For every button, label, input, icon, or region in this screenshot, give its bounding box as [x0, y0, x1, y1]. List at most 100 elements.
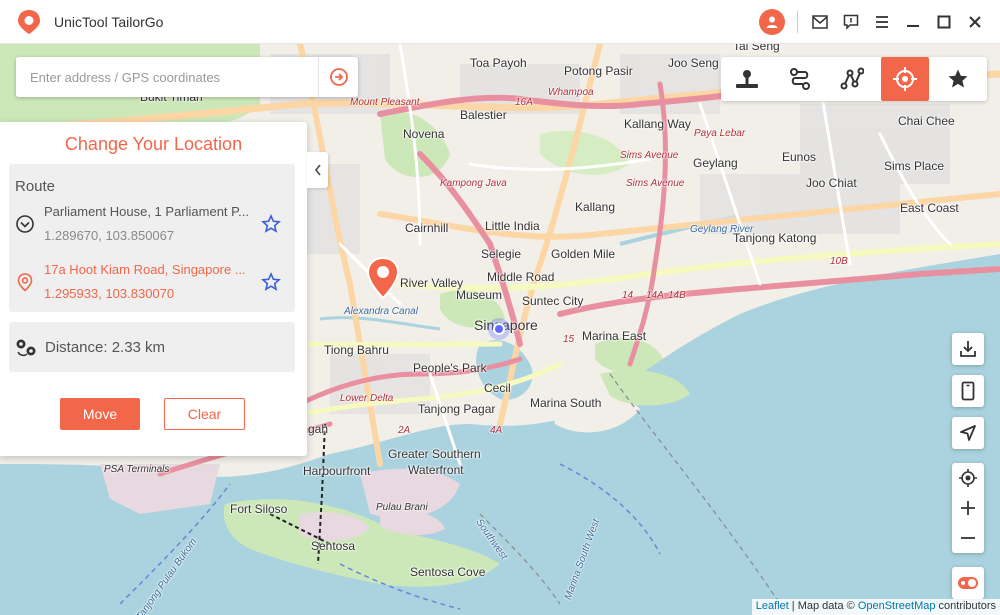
- map-label: Sims Avenue: [626, 178, 685, 189]
- map-label: Sims Place: [884, 159, 945, 173]
- feedback-icon[interactable]: [835, 7, 866, 37]
- minimize-icon[interactable]: [897, 7, 928, 37]
- app-title: UnicTool TailorGo: [54, 13, 164, 30]
- map-label: Balestier: [460, 108, 507, 122]
- menu-icon[interactable]: [866, 7, 897, 37]
- map-label: 10B: [830, 256, 848, 267]
- map-label: People's Park: [413, 361, 487, 375]
- maximize-icon[interactable]: [928, 7, 959, 37]
- app-logo-icon: [18, 9, 40, 34]
- navigation-arrow-icon: [960, 425, 976, 441]
- locate-me-button[interactable]: [952, 463, 984, 493]
- map-label: Joo Seng: [668, 56, 719, 70]
- collapse-panel-button[interactable]: [307, 152, 328, 188]
- change-location-panel: Change Your Location Route Parliament Ho…: [0, 122, 307, 456]
- map-label: 4A: [490, 425, 503, 436]
- chevron-left-icon: [314, 164, 321, 176]
- move-button[interactable]: Move: [60, 398, 140, 430]
- map-label: 15: [563, 334, 575, 345]
- import-gpx-button[interactable]: [952, 333, 984, 365]
- map-label: East Coast: [900, 201, 959, 215]
- destination-marker-icon[interactable]: [366, 256, 400, 300]
- mode-toolbar: [721, 57, 987, 101]
- route-origin-row[interactable]: Parliament House, 1 Parliament P... 1.28…: [9, 204, 295, 244]
- multi-spot-mode-button[interactable]: [829, 57, 877, 101]
- destination-pin-icon: [17, 273, 33, 292]
- map-label: Tiong Bahru: [324, 343, 389, 357]
- map-label: Tai Seng: [733, 44, 780, 53]
- map-label: Sentosa Cove: [410, 565, 486, 579]
- search-input[interactable]: [16, 58, 318, 96]
- map-label: Toa Payoh: [470, 56, 527, 70]
- distance-box: Distance: 2.33 km: [9, 322, 295, 372]
- origin-coords: 1.289670, 103.850067: [44, 228, 175, 243]
- two-spot-route-icon: [789, 68, 810, 90]
- teleport-mode-button[interactable]: [723, 57, 771, 101]
- map-label: gah: [308, 422, 329, 436]
- route-destination-row[interactable]: 17a Hoot Kiam Road, Singapore ... 1.2959…: [9, 262, 295, 302]
- map-label: Waterfront: [408, 463, 464, 477]
- map-label: Cairnhill: [405, 221, 449, 235]
- destination-coords: 1.295933, 103.830070: [44, 286, 175, 301]
- map-label: Museum: [456, 288, 503, 302]
- map-label: Golden Mile: [551, 247, 616, 261]
- zoom-in-button[interactable]: [952, 493, 984, 523]
- map-label: 14A: [646, 290, 664, 301]
- toggle-mode-button[interactable]: [952, 567, 984, 599]
- close-icon[interactable]: [959, 7, 990, 37]
- title-bar: UnicTool TailorGo: [0, 0, 1000, 44]
- map-label: Little India: [485, 219, 540, 233]
- toggle-switch-icon: [958, 577, 978, 589]
- clear-button[interactable]: Clear: [164, 398, 245, 430]
- destination-favorite-star-icon[interactable]: [261, 272, 281, 292]
- search-go-button[interactable]: [318, 57, 358, 97]
- map-label: 14: [622, 290, 634, 301]
- route-box: Route Parliament House, 1 Parliament P..…: [9, 164, 295, 312]
- attribution-text: | Map data ©: [788, 600, 858, 612]
- map-label: Novena: [403, 127, 445, 141]
- map-label: Kallang Way: [624, 117, 691, 131]
- navigate-button[interactable]: [952, 417, 984, 449]
- plus-icon: [961, 501, 975, 515]
- two-spot-mode-button[interactable]: [776, 57, 824, 101]
- current-location-icon: [488, 318, 510, 340]
- map-attribution: Leaflet | Map data © OpenStreetMap contr…: [751, 599, 1000, 615]
- zoom-out-button[interactable]: [952, 523, 984, 553]
- map-label: Cecil: [484, 381, 511, 395]
- attribution-suffix: contributors: [935, 600, 996, 612]
- distance-text: Distance: 2.33 km: [45, 339, 166, 356]
- arrow-right-circle-icon: [329, 68, 348, 86]
- map-label: Whampoa: [548, 87, 594, 98]
- map-label: Alexandra Canal: [344, 306, 418, 317]
- map-label: Greater Southern: [388, 447, 481, 461]
- jump-teleport-mode-button[interactable]: [881, 57, 930, 101]
- map-label: Marina South: [530, 396, 602, 410]
- map-label: Marina East: [582, 329, 647, 343]
- favorites-button[interactable]: [934, 57, 982, 101]
- map-label: Harbourfront: [303, 464, 371, 478]
- device-button[interactable]: [952, 375, 984, 407]
- origin-name: Parliament House, 1 Parliament P...: [44, 204, 249, 219]
- origin-favorite-star-icon[interactable]: [261, 214, 281, 234]
- multi-spot-route-icon: [840, 67, 865, 90]
- map-label: River Valley: [400, 276, 464, 290]
- route-label: Route: [15, 178, 56, 195]
- map-label: Chai Chee: [898, 114, 955, 128]
- map-label: 14B: [668, 290, 686, 301]
- map-label: Potong Pasir: [564, 64, 633, 78]
- crosshair-target-icon: [893, 67, 918, 91]
- osm-link[interactable]: OpenStreetMap: [858, 600, 936, 612]
- map-label: Suntec City: [522, 294, 584, 308]
- phone-icon: [961, 381, 975, 401]
- minus-icon: [961, 537, 975, 539]
- mail-icon[interactable]: [804, 7, 835, 37]
- user-avatar-icon[interactable]: [759, 9, 785, 35]
- map-label: 2A: [398, 425, 411, 436]
- panel-title: Change Your Location: [64, 134, 243, 154]
- leaflet-link[interactable]: Leaflet: [756, 600, 789, 612]
- origin-chevron-icon: [16, 215, 34, 233]
- map-label: Geylang: [693, 156, 738, 170]
- joystick-icon: [735, 70, 758, 88]
- map-label: Lower Delta: [340, 393, 394, 404]
- search-bar: [16, 57, 358, 97]
